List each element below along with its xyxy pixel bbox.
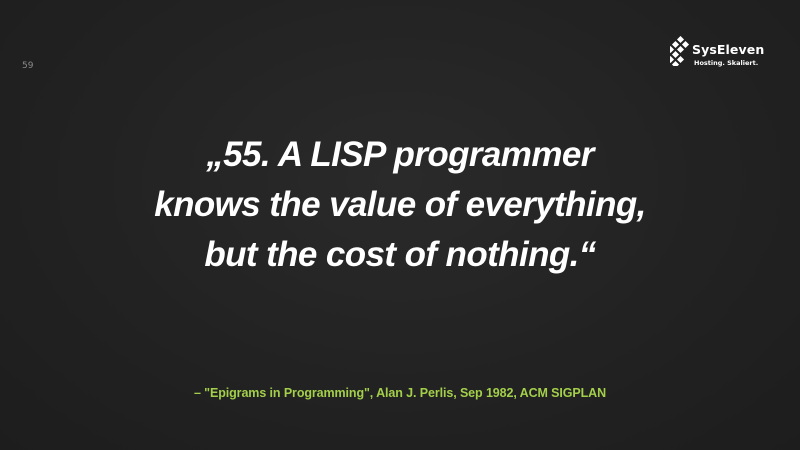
quote-line-3: but the cost of nothing.“ — [204, 235, 596, 274]
slide-number: 59 — [22, 61, 34, 71]
quote-line-1: „55. A LISP programmer — [206, 135, 594, 174]
logo-mark-icon — [670, 36, 690, 66]
logo-tagline: Hosting. Skaliert. — [694, 59, 759, 67]
sysEleven-logo: SysEleven Hosting. Skaliert. — [670, 36, 770, 76]
quote-line-2: knows the value of everything, — [154, 185, 646, 224]
quote-text: „55. A LISP programmer knows the value o… — [0, 130, 800, 280]
quote-citation: – "Epigrams in Programming", Alan J. Per… — [193, 386, 607, 400]
logo-name: SysEleven — [692, 42, 765, 57]
